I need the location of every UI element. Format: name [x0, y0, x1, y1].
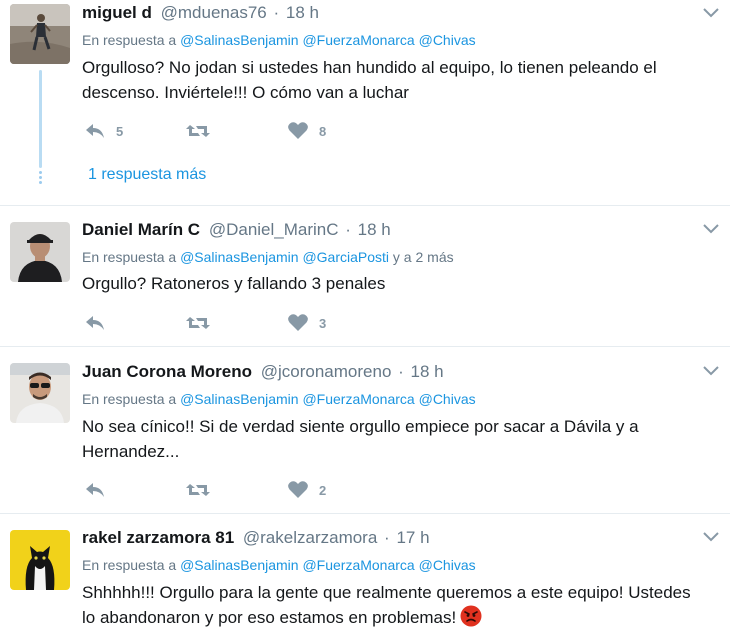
- screen-name[interactable]: @Daniel_MarinC: [209, 220, 339, 239]
- mention-link[interactable]: @SalinasBenjamin: [180, 249, 299, 265]
- reply-button[interactable]: [84, 311, 116, 335]
- heart-icon: [288, 122, 308, 139]
- like-count: 3: [319, 315, 327, 331]
- timestamp[interactable]: 18 h: [411, 362, 444, 381]
- reply-prefix: En respuesta a: [82, 557, 181, 573]
- screen-name[interactable]: @mduenas76: [161, 3, 267, 22]
- avatar[interactable]: [10, 363, 70, 423]
- reply-prefix: En respuesta a: [82, 391, 181, 407]
- more-replies-link[interactable]: 1 respuesta más: [88, 166, 206, 184]
- chevron-down-icon[interactable]: [702, 223, 720, 235]
- tweet-header: rakel zarzamora 81 @rakelzarzamora · 17 …: [82, 528, 430, 548]
- fullname[interactable]: Daniel Marín C: [82, 220, 200, 239]
- reply-button[interactable]: 5: [84, 119, 123, 143]
- tweet-header: miguel d @mduenas76 · 18 h: [82, 3, 319, 23]
- avatar[interactable]: [10, 530, 70, 590]
- reply-button[interactable]: [84, 478, 116, 502]
- screen-name[interactable]: @jcoronamoreno: [261, 362, 392, 381]
- chevron-down-icon[interactable]: [702, 7, 720, 19]
- mention-link[interactable]: @Chivas: [419, 557, 476, 573]
- thread-dot: [39, 176, 42, 179]
- retweet-button[interactable]: [185, 311, 221, 335]
- separator-dot: ·: [398, 362, 404, 381]
- retweet-icon: [186, 317, 210, 329]
- thread-line: [39, 70, 42, 168]
- reply-context: En respuesta a @SalinasBenjamin @FuerzaM…: [82, 556, 476, 574]
- mention-link[interactable]: @SalinasBenjamin: [180, 32, 299, 48]
- tweet[interactable]: rakel zarzamora 81 @rakelzarzamora · 17 …: [0, 515, 730, 634]
- tweet-text-line: lo abandonaron y por eso estamos en prob…: [82, 608, 457, 627]
- like-button[interactable]: 3: [287, 311, 326, 335]
- retweet-icon: [186, 484, 210, 496]
- reply-icon: [86, 124, 104, 138]
- tweet-actions: 2: [82, 478, 382, 502]
- mention-link[interactable]: @FuerzaMonarca: [302, 32, 414, 48]
- chevron-down-icon[interactable]: [702, 531, 720, 543]
- thread-dot: [39, 181, 42, 184]
- reply-count: 5: [116, 123, 124, 139]
- like-count: 2: [319, 482, 327, 498]
- retweet-button[interactable]: [185, 478, 221, 502]
- reply-context: En respuesta a @SalinasBenjamin @FuerzaM…: [82, 31, 476, 49]
- tweet-header: Daniel Marín C @Daniel_MarinC · 18 h: [82, 220, 391, 240]
- timestamp[interactable]: 18 h: [286, 3, 319, 22]
- like-button[interactable]: 2: [287, 478, 326, 502]
- tweet-actions: 3: [82, 311, 382, 335]
- heart-icon: [288, 314, 308, 331]
- retweet-button[interactable]: [185, 119, 221, 143]
- tweet-text-line-with-emoji: lo abandonaron y por eso estamos en prob…: [82, 605, 702, 630]
- tweet-text: Orgullo? Ratoneros y fallando 3 penales: [82, 271, 702, 296]
- tweet[interactable]: Daniel Marín C @Daniel_MarinC · 18 h En …: [0, 207, 730, 347]
- separator-dot: ·: [345, 220, 351, 239]
- tweet-text-line: Hernandez...: [82, 442, 180, 461]
- mention-link[interactable]: @Chivas: [419, 32, 476, 48]
- chevron-down-icon[interactable]: [702, 365, 720, 377]
- separator-dot: ·: [273, 3, 280, 22]
- reply-prefix: En respuesta a: [82, 249, 181, 265]
- fullname[interactable]: miguel d: [82, 3, 152, 22]
- tweet-text-line: Shhhhh!!! Orgullo para la gente que real…: [82, 583, 691, 602]
- tweet-actions: 5 8: [82, 119, 382, 143]
- mention-link[interactable]: @GarciaPosti: [302, 249, 389, 265]
- mention-link[interactable]: @SalinasBenjamin: [180, 557, 299, 573]
- retweet-icon: [186, 125, 210, 137]
- mention-link[interactable]: @FuerzaMonarca: [302, 557, 414, 573]
- reply-suffix[interactable]: y a 2 más: [389, 249, 454, 265]
- angry-face-emoji: [460, 605, 482, 627]
- mention-link[interactable]: @FuerzaMonarca: [302, 391, 414, 407]
- reply-context: En respuesta a @SalinasBenjamin @FuerzaM…: [82, 390, 476, 408]
- avatar[interactable]: [10, 222, 70, 282]
- tweet-text: No sea cínico!! Si de verdad siente orgu…: [82, 414, 702, 464]
- tweet-text: Orgulloso? No jodan si ustedes han hundi…: [82, 55, 702, 105]
- separator-dot: ·: [384, 528, 390, 547]
- tweet-text-line: descenso. Inviértele!!! O cómo van a luc…: [82, 83, 409, 102]
- fullname[interactable]: Juan Corona Moreno: [82, 362, 252, 381]
- reply-icon: [86, 483, 104, 497]
- reply-context: En respuesta a @SalinasBenjamin @GarciaP…: [82, 248, 454, 266]
- tweet-text-line: Orgulloso? No jodan si ustedes han hundi…: [82, 58, 657, 77]
- reply-prefix: En respuesta a: [82, 32, 181, 48]
- tweet-text: Shhhhh!!! Orgullo para la gente que real…: [82, 580, 702, 630]
- heart-icon: [288, 481, 308, 498]
- tweet-header: Juan Corona Moreno @jcoronamoreno · 18 h: [82, 362, 444, 382]
- timestamp[interactable]: 18 h: [358, 220, 391, 239]
- fullname[interactable]: rakel zarzamora 81: [82, 528, 234, 547]
- mention-link[interactable]: @Chivas: [419, 391, 476, 407]
- mention-link[interactable]: @SalinasBenjamin: [180, 391, 299, 407]
- screen-name[interactable]: @rakelzarzamora: [243, 528, 377, 547]
- tweet[interactable]: miguel d @mduenas76 · 18 h En respuesta …: [0, 0, 730, 206]
- tweet-text-line: No sea cínico!! Si de verdad siente orgu…: [82, 417, 639, 436]
- like-count: 8: [319, 123, 327, 139]
- like-button[interactable]: 8: [287, 119, 326, 143]
- avatar[interactable]: [10, 4, 70, 64]
- tweet-text-line: Orgullo? Ratoneros y fallando 3 penales: [82, 274, 386, 293]
- tweet[interactable]: Juan Corona Moreno @jcoronamoreno · 18 h…: [0, 348, 730, 514]
- timestamp[interactable]: 17 h: [396, 528, 429, 547]
- thread-dot: [39, 171, 42, 174]
- reply-icon: [86, 316, 104, 330]
